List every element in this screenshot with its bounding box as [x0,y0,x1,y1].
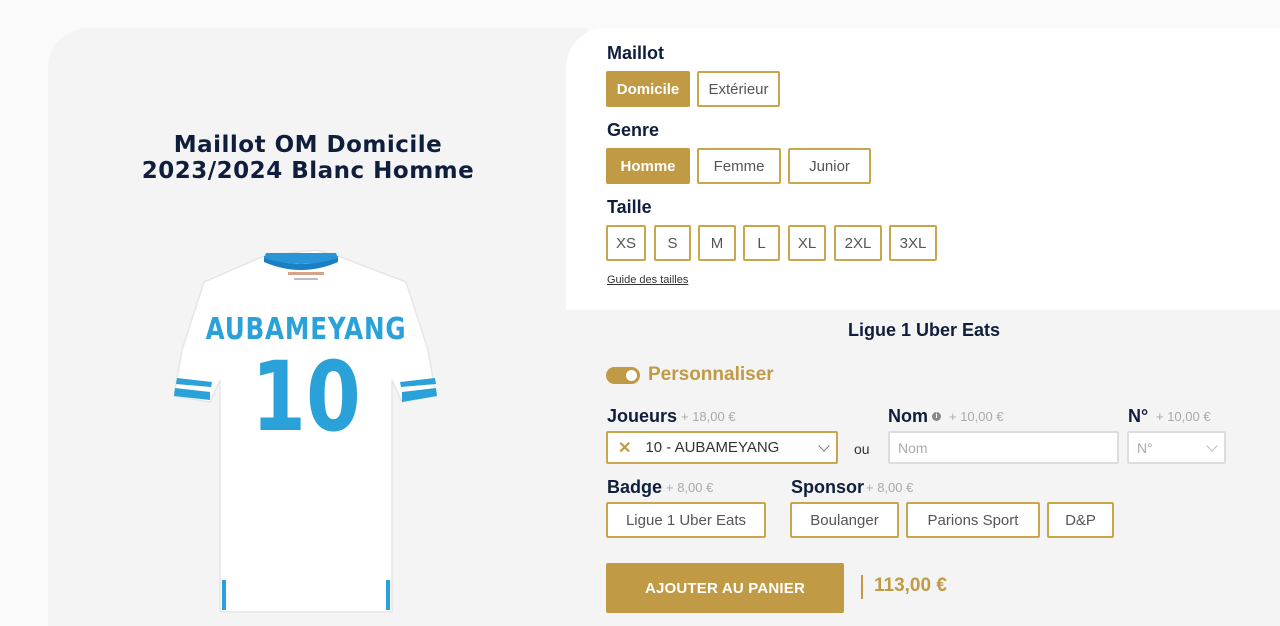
size-option-s[interactable]: S [654,225,691,261]
nom-label: Nom [888,406,928,426]
page: Maillot OM Domicile 2023/2024 Blanc Homm… [0,0,1280,626]
clear-player-icon[interactable]: ✕ [618,438,631,458]
size-option-xl[interactable]: XL [788,225,826,261]
sponsor-option-dp[interactable]: D&P [1047,502,1114,538]
number-select[interactable]: N° [1127,431,1226,464]
sponsor-option-boulanger[interactable]: Boulanger [790,502,899,538]
size-option-xs[interactable]: XS [606,225,646,261]
numero-price: + 10,00 € [1156,409,1211,424]
joueurs-label: Joueurs [607,406,678,426]
player-select[interactable]: ✕ 10 - AUBAMEYANG [606,431,838,464]
add-to-cart-button[interactable]: AJOUTER AU PANIER [606,563,844,613]
size-guide-link[interactable]: Guide des tailles [607,274,688,286]
chevron-down-icon [818,440,830,452]
maillot-option-exterieur[interactable]: Extérieur [697,71,780,107]
numero-label: N° [1128,406,1149,426]
genre-option-junior[interactable]: Junior [788,148,871,184]
product-panel: Maillot OM Domicile 2023/2024 Blanc Homm… [48,28,588,626]
nom-price: + 10,00 € [949,409,1004,424]
size-option-l[interactable]: L [743,225,780,261]
joueurs-price: + 18,00 € [681,409,736,424]
info-icon[interactable]: i [932,412,941,421]
genre-option-femme[interactable]: Femme [697,148,781,184]
genre-label: Genre [607,120,660,140]
sponsor-option-parions-sport[interactable]: Parions Sport [906,502,1040,538]
badge-label: Badge [607,477,663,497]
size-option-m[interactable]: M [698,225,736,261]
competition-title: Ligue 1 Uber Eats [847,320,1001,340]
size-option-3xl[interactable]: 3XL [889,225,937,261]
maillot-label: Maillot [607,43,664,63]
size-option-2xl[interactable]: 2XL [834,225,882,261]
chevron-down-icon [1206,440,1218,452]
badge-option-ligue1[interactable]: Ligue 1 Uber Eats [606,502,766,538]
genre-option-homme[interactable]: Homme [606,148,690,184]
personalize-label: Personnaliser [648,364,774,385]
price-divider [861,575,863,599]
badge-price: + 8,00 € [666,480,714,495]
sponsor-label: Sponsor [791,477,865,497]
personalize-toggle[interactable] [606,367,640,384]
sponsor-price: + 8,00 € [866,480,914,495]
product-title: Maillot OM Domicile 2023/2024 Blanc Homm… [48,132,568,184]
total-price: 113,00 € [874,575,947,596]
player-select-value: 10 - AUBAMEYANG [645,439,780,456]
product-title-line2: 2023/2024 Blanc Homme [141,158,475,184]
jersey-number: 10 [251,341,361,453]
jersey-image: AUBAMEYANG 10 [166,220,446,620]
toggle-knob [626,370,637,381]
product-title-line1: Maillot OM Domicile [173,132,443,158]
taille-label: Taille [607,197,652,217]
or-separator: ou [854,441,870,457]
maillot-option-domicile[interactable]: Domicile [606,71,690,107]
number-select-placeholder: N° [1137,439,1153,456]
name-input[interactable]: Nom [888,431,1119,464]
